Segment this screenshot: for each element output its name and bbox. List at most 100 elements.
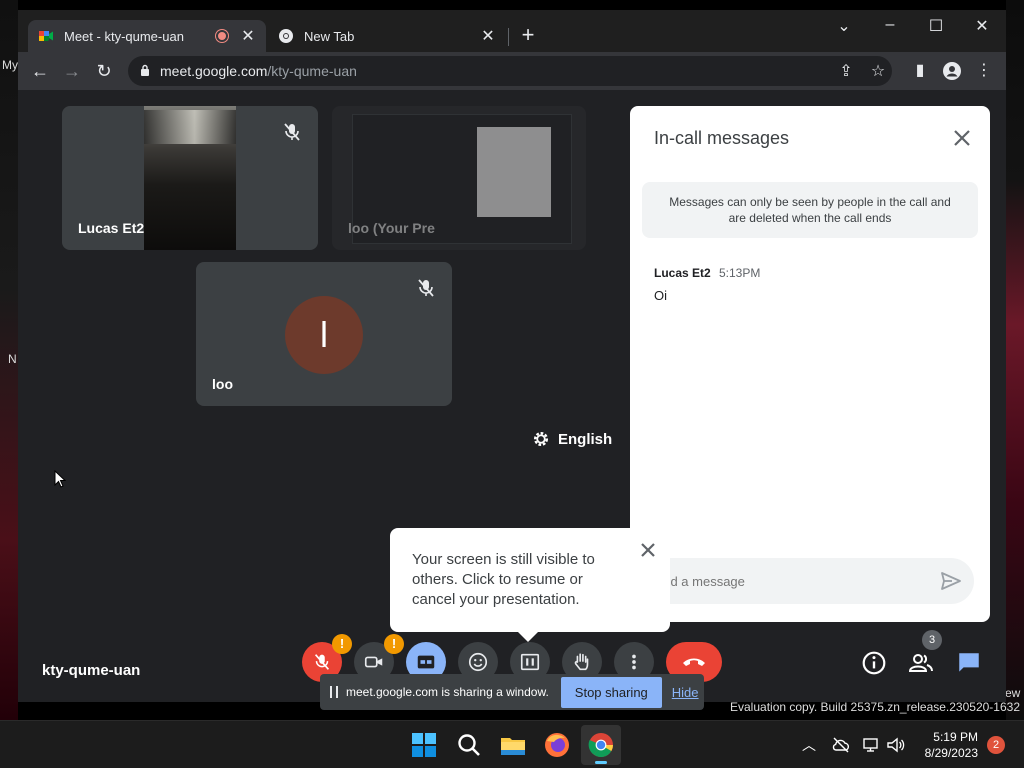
firefox-icon[interactable]: [543, 731, 571, 759]
tab-title: Meet - kty-qume-uan: [64, 28, 184, 44]
evaluation-watermark: Evaluation copy. Build 25375.zn_release.…: [730, 700, 1020, 714]
mouse-pointer-icon: [54, 470, 66, 488]
send-icon[interactable]: [940, 570, 962, 592]
close-window-icon[interactable]: ✕: [970, 16, 994, 36]
caption-language-button[interactable]: English: [532, 430, 612, 448]
tab-new-tab[interactable]: New Tab ✕: [268, 20, 506, 52]
end-call-icon: [683, 658, 705, 666]
message-input[interactable]: [656, 570, 916, 592]
gear-icon: [533, 431, 549, 447]
warning-badge: !: [384, 634, 404, 654]
popup-message: Your screen is still visible to others. …: [412, 551, 595, 608]
side-panel-icon[interactable]: ▮: [910, 61, 930, 81]
present-screen-icon: [520, 653, 540, 671]
more-menu-icon[interactable]: ⋮: [974, 61, 994, 81]
start-icon[interactable]: [410, 731, 438, 759]
browser-window: Meet - kty-qume-uan ✕ New Tab ✕ + ⌄ – ☐ …: [18, 10, 1006, 710]
chat-panel-title: In-call messages: [654, 128, 790, 148]
presentation-reminder-popup: Your screen is still visible to others. …: [390, 528, 670, 642]
show-hidden-icons-chevron-icon[interactable]: ︿: [799, 735, 819, 755]
lock-icon[interactable]: [140, 64, 150, 76]
close-icon[interactable]: [638, 540, 658, 560]
chat-icon[interactable]: [956, 650, 982, 676]
notification-count-badge[interactable]: 2: [987, 736, 1005, 754]
cloud-offline-icon[interactable]: [831, 735, 851, 755]
meeting-code: kty-qume-uan: [42, 662, 141, 679]
clock-date: 8/29/2023: [924, 746, 978, 760]
meeting-details-info-icon[interactable]: [861, 650, 887, 676]
participant-name: loo: [212, 376, 233, 392]
url-host: meet.google.com: [160, 63, 268, 79]
back-arrow-icon[interactable]: ←: [29, 60, 51, 82]
tab-meet[interactable]: Meet - kty-qume-uan ✕: [28, 20, 266, 52]
new-tab-plus-icon[interactable]: +: [518, 24, 538, 46]
presentation-tile[interactable]: loo (Your Pre: [332, 106, 586, 250]
clock-time: 5:19 PM: [933, 730, 978, 744]
taskbar: ︿ 5:19 PM 8/29/2023 2: [0, 720, 1024, 768]
bookmark-star-icon[interactable]: ☆: [868, 62, 888, 82]
hide-sharing-bar-link[interactable]: Hide: [672, 685, 699, 700]
participant-name: loo (Your Pre: [348, 220, 435, 236]
desktop-background-right: [1006, 0, 1024, 720]
close-tab-icon[interactable]: ✕: [240, 26, 256, 46]
chat-panel: In-call messages Messages can only be se…: [630, 106, 990, 622]
desktop-icon-label: My: [2, 58, 18, 72]
screen-sharing-bar: meet.google.com is sharing a window. Sto…: [320, 674, 704, 710]
warning-badge: !: [332, 634, 352, 654]
url-path: /kty-qume-uan: [267, 63, 357, 79]
message-text: Oi: [654, 288, 667, 303]
people-icon[interactable]: [908, 650, 934, 676]
chrome-icon: [279, 29, 293, 43]
maximize-icon[interactable]: ☐: [924, 16, 948, 36]
message-time: 5:13PM: [719, 266, 761, 280]
address-bar[interactable]: meet.google.com/kty-qume-uan ⇪ ☆: [128, 56, 892, 86]
search-icon[interactable]: [455, 731, 483, 759]
participant-video: [144, 106, 236, 250]
desktop-icon-label: ew: [1005, 686, 1021, 700]
participant-tile[interactable]: Lucas Et2: [62, 106, 318, 250]
file-explorer-icon[interactable]: [499, 731, 527, 759]
desktop-icon-label: N: [8, 352, 17, 366]
browser-toolbar: ← → ↻ meet.google.com/kty-qume-uan ⇪ ☆ ▮…: [18, 52, 1006, 90]
minimize-icon[interactable]: –: [878, 16, 902, 34]
tab-title: New Tab: [304, 28, 355, 44]
participant-tile[interactable]: l loo: [196, 262, 452, 406]
more-vert-icon: [632, 654, 636, 670]
popup-tail: [518, 632, 538, 642]
drag-handle-icon[interactable]: [330, 686, 338, 698]
meet-stage: Lucas Et2 loo (Your Pre l loo English In…: [18, 90, 1006, 710]
network-icon[interactable]: [862, 735, 882, 755]
recording-indicator-icon: [216, 30, 228, 42]
profile-icon[interactable]: [942, 61, 962, 81]
sharing-status-text: meet.google.com is sharing a window.: [346, 685, 549, 699]
chrome-icon[interactable]: [587, 731, 615, 759]
google-meet-icon: [39, 31, 53, 41]
avatar: l: [285, 296, 363, 374]
volume-icon[interactable]: [886, 735, 906, 755]
tab-strip: Meet - kty-qume-uan ✕ New Tab ✕ + ⌄ – ☐ …: [18, 10, 1006, 52]
raise-hand-icon: [574, 653, 589, 671]
url-text: meet.google.com/kty-qume-uan: [160, 63, 357, 79]
chat-privacy-notice: Messages can only be seen by people in t…: [642, 182, 978, 238]
participant-count-badge: 3: [922, 630, 942, 650]
share-icon[interactable]: ⇪: [836, 62, 856, 82]
close-tab-icon[interactable]: ✕: [480, 26, 496, 46]
close-icon[interactable]: [952, 128, 972, 148]
camera-icon: [364, 656, 383, 668]
emoji-icon: [468, 652, 488, 672]
mic-off-icon: [418, 279, 434, 297]
forward-arrow-icon[interactable]: →: [61, 60, 83, 82]
message-sender: Lucas Et2: [654, 266, 711, 280]
tab-separator: [508, 28, 509, 46]
participant-name: Lucas Et2: [78, 220, 145, 236]
captions-icon: [417, 655, 435, 669]
system-clock[interactable]: 5:19 PM 8/29/2023: [912, 729, 978, 761]
stop-sharing-button[interactable]: Stop sharing: [560, 676, 662, 708]
mic-off-icon: [314, 654, 330, 670]
caption-language-label: English: [558, 430, 613, 448]
reload-icon[interactable]: ↻: [93, 60, 115, 82]
mic-off-icon: [284, 123, 300, 141]
preview-panel: [477, 127, 551, 217]
tab-search-chevron-icon[interactable]: ⌄: [832, 16, 856, 36]
message-composer: [642, 558, 974, 604]
